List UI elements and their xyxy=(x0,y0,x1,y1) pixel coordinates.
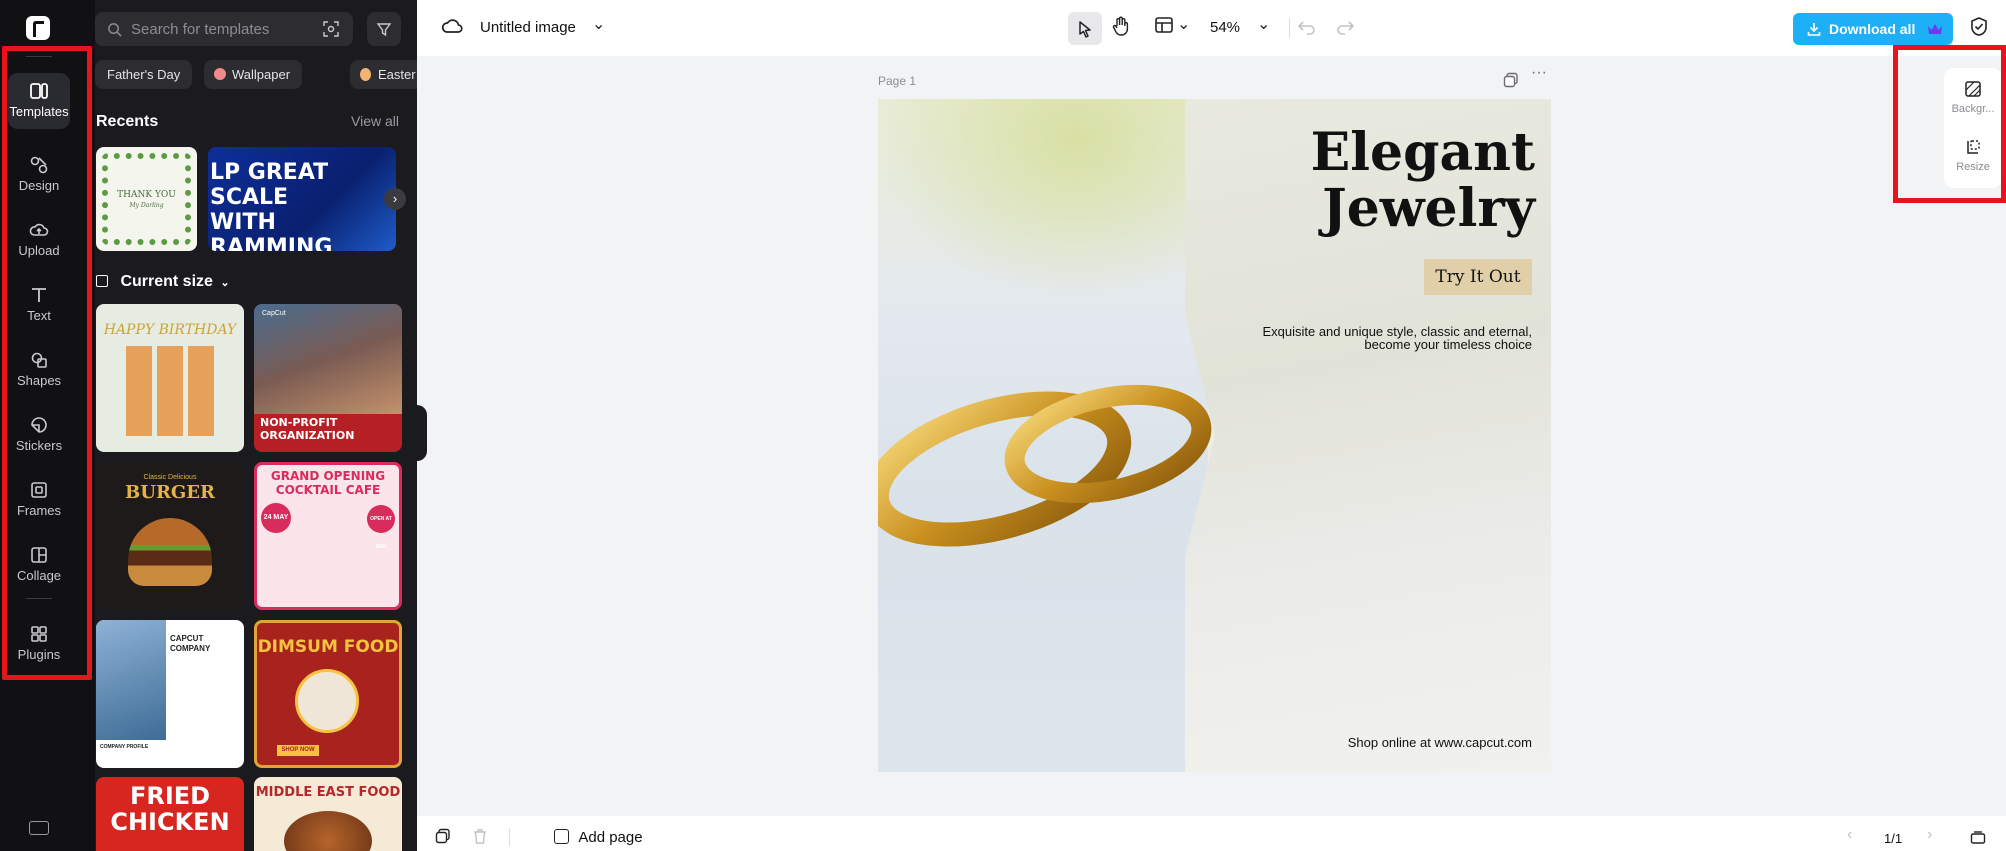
open-badge: OPEN AT 8AM xyxy=(367,505,395,550)
next-page-icon[interactable]: › xyxy=(1927,826,1932,844)
add-page-label: Add page xyxy=(578,829,643,846)
template-title: GRAND OPENING COCKTAIL CAFE xyxy=(270,469,386,497)
bottom-bar: Add page ‹ 1/1 › xyxy=(417,816,2006,851)
template-subtitle: Classic Delicious xyxy=(143,474,197,481)
template-title: FRIED CHICKEN xyxy=(110,782,230,836)
view-all-link[interactable]: View all xyxy=(351,113,399,129)
download-icon xyxy=(1807,23,1821,36)
highlight-box-right xyxy=(1893,45,2006,203)
template-title: HAPPY BIRTHDAY xyxy=(103,322,237,338)
chevron-down-icon[interactable]: ⌄ xyxy=(1177,14,1190,34)
template-card-birthday[interactable]: HAPPY BIRTHDAY xyxy=(96,304,244,452)
divider xyxy=(509,828,510,846)
recent-thumb-scale[interactable]: LP GREAT SCALE WITH RAMMING xyxy=(208,147,396,251)
date-badge: 24 MAY xyxy=(261,503,291,533)
prev-page-icon[interactable]: ‹ xyxy=(1847,826,1852,844)
template-title: BURGER xyxy=(125,482,215,503)
template-card-cocktail[interactable]: GRAND OPENING COCKTAIL CAFE 24 MAY OPEN … xyxy=(254,462,402,610)
highlight-box-left xyxy=(2,46,92,680)
page-label: Page 1 xyxy=(878,74,917,88)
try-it-out-button[interactable]: Try It Out xyxy=(1424,259,1532,295)
filter-icon xyxy=(376,23,392,37)
filter-button[interactable] xyxy=(367,12,401,46)
search-placeholder: Search for templates xyxy=(131,21,270,38)
shop-online-text[interactable]: Shop online at www.capcut.com xyxy=(1348,735,1532,750)
artboard[interactable]: Elegant Jewelry Try It Out Exquisite and… xyxy=(878,99,1551,772)
template-title: NON-PROFIT ORGANIZATION xyxy=(260,416,355,442)
trash-icon[interactable] xyxy=(472,828,488,844)
current-size-label: Current size xyxy=(120,273,213,290)
image-search-icon[interactable] xyxy=(323,21,339,37)
size-icon xyxy=(96,275,108,287)
more-options-icon[interactable]: ··· xyxy=(1531,64,1547,82)
template-card-nonprofit[interactable]: CapCut NON-PROFIT ORGANIZATION xyxy=(254,304,402,452)
tagline[interactable]: Exquisite and unique style, classic and … xyxy=(1232,325,1532,351)
template-card-middle-east[interactable]: MIDDLE EAST FOOD xyxy=(254,777,402,851)
template-brand: CapCut xyxy=(262,310,286,317)
search-input[interactable]: Search for templates xyxy=(95,12,353,46)
headline-line-2: Jewelry xyxy=(1322,178,1535,239)
premium-crown-icon xyxy=(1928,24,1942,34)
add-page-icon xyxy=(554,829,569,844)
template-title: CAPCUT COMPANY xyxy=(170,634,211,653)
chevron-down-icon[interactable]: ⌄ xyxy=(592,14,605,34)
chip-label: Wallpaper xyxy=(232,67,291,82)
templates-panel: Search for templates Father's Day Wallpa… xyxy=(95,0,417,851)
recents-next-button[interactable]: › xyxy=(384,188,406,210)
chip-fathers-day[interactable]: Father's Day xyxy=(95,60,193,89)
cursor-icon xyxy=(1079,21,1091,38)
recent-thumb-thank-you[interactable]: THANK YOU My Darling xyxy=(96,147,197,251)
zoom-level[interactable]: 54% xyxy=(1210,19,1240,36)
template-title: DIMSUM FOOD xyxy=(257,637,399,657)
cloud-save-icon[interactable] xyxy=(441,15,463,37)
chevron-down-icon: ⌄ xyxy=(220,277,230,289)
template-card-burger[interactable]: Classic Delicious BURGER xyxy=(96,462,244,610)
thumb-text: LP GREAT SCALE WITH RAMMING xyxy=(210,160,333,251)
template-card-company[interactable]: CAPCUT COMPANY COMPANY PROFILE xyxy=(96,620,244,768)
template-title: MIDDLE EAST FOOD xyxy=(255,785,401,800)
recents-heading: Recents xyxy=(96,113,159,130)
download-all-button[interactable]: Download all xyxy=(1793,13,1953,45)
shield-check-icon[interactable] xyxy=(1969,16,1989,38)
chip-wallpaper[interactable]: Wallpaper xyxy=(204,60,303,89)
chip-label: Easter xyxy=(378,67,416,82)
thumb-text: My Darling xyxy=(129,202,164,209)
layout-icon[interactable] xyxy=(1154,15,1174,35)
easter-egg-icon xyxy=(360,68,371,81)
select-tool-button[interactable] xyxy=(1068,12,1102,45)
template-subtitle: COMPANY PROFILE xyxy=(100,744,149,750)
chevron-down-icon[interactable]: ⌄ xyxy=(1257,14,1270,34)
download-label: Download all xyxy=(1829,21,1916,37)
template-card-dimsum[interactable]: DIMSUM FOOD SHOP NOW xyxy=(254,620,402,768)
template-card-fried-chicken[interactable]: FRIED CHICKEN xyxy=(96,777,244,851)
top-bar: Untitled image ⌄ ⌄ 54% ⌄ Download all xyxy=(417,0,2006,56)
page-counter: 1/1 xyxy=(1884,831,1903,846)
redo-icon[interactable] xyxy=(1335,18,1355,36)
headline[interactable]: Elegant Jewelry xyxy=(1311,125,1535,237)
capcut-logo-icon[interactable] xyxy=(26,16,50,40)
thumb-text: THANK YOU xyxy=(117,190,176,200)
add-page-button[interactable]: Add page xyxy=(554,829,643,846)
chip-easter[interactable]: Easter xyxy=(350,60,417,89)
toolbar-divider xyxy=(1289,18,1290,38)
wallpaper-emoji-icon xyxy=(214,68,226,80)
undo-icon[interactable] xyxy=(1297,18,1317,36)
keyboard-shortcuts-icon[interactable] xyxy=(29,821,49,835)
rings-photo[interactable] xyxy=(878,99,1212,772)
tagline-line-2: become your timeless choice xyxy=(1364,337,1532,352)
duplicate-page-icon[interactable] xyxy=(1503,72,1519,88)
duplicate-page-icon[interactable] xyxy=(435,828,451,844)
hand-tool-icon[interactable] xyxy=(1110,15,1132,37)
gold-rings-image xyxy=(878,384,1212,547)
current-size-dropdown[interactable]: Current size ⌄ xyxy=(96,273,230,291)
panel-collapse-handle[interactable] xyxy=(415,405,427,461)
pages-panel-icon[interactable] xyxy=(1970,829,1986,845)
document-title[interactable]: Untitled image xyxy=(480,19,576,36)
search-icon xyxy=(108,23,122,37)
shop-now-badge: SHOP NOW xyxy=(277,745,319,756)
headline-line-1: Elegant xyxy=(1310,122,1535,183)
